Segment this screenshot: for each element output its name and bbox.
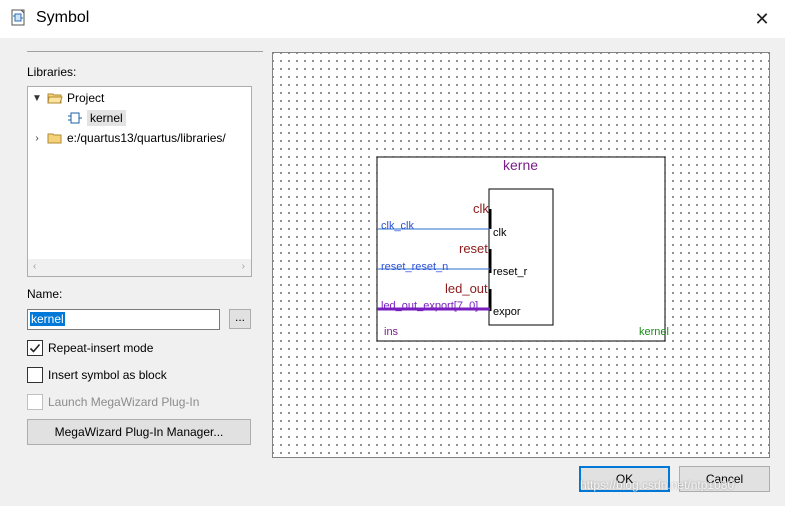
- scroll-right-icon[interactable]: ›: [242, 261, 245, 272]
- separator: [27, 51, 263, 52]
- tree-item-label: e:/quartus13/quartus/libraries/: [67, 131, 226, 145]
- launch-megawizard-label: Launch MegaWizard Plug-In: [48, 395, 200, 409]
- chevron-right-icon[interactable]: ›: [30, 133, 44, 144]
- close-icon: ✕: [754, 8, 770, 29]
- folder-open-icon: [47, 92, 63, 104]
- signal-clk: clk_clk: [381, 220, 415, 232]
- tree-item-libraries-path[interactable]: › e:/quartus13/quartus/libraries/: [30, 128, 226, 148]
- name-label: Name:: [27, 287, 63, 301]
- symbol-preview-canvas: kerne clk clk_clk clk reset reset_reset_…: [376, 156, 669, 342]
- pin-led: expor: [493, 306, 521, 318]
- instance-label: ins: [384, 326, 399, 338]
- watermark: https://blog.csdn.net/ntp1080: [580, 478, 735, 492]
- chevron-down-icon[interactable]: ▼: [30, 93, 44, 104]
- insert-block-label: Insert symbol as block: [48, 368, 167, 382]
- port-name-clk: clk: [473, 201, 489, 216]
- repeat-insert-checkbox[interactable]: [27, 340, 43, 356]
- signal-reset: reset_reset_n: [381, 261, 448, 273]
- browse-button[interactable]: ...: [229, 309, 251, 329]
- insert-block-checkbox[interactable]: [27, 367, 43, 383]
- pin-reset: reset_r: [493, 266, 528, 278]
- symbol-editor-icon: [11, 9, 25, 26]
- close-button[interactable]: ✕: [739, 0, 785, 38]
- symbol-inner-box: [488, 188, 554, 326]
- name-input-value: kernel: [30, 312, 65, 326]
- window-title: Symbol: [36, 9, 90, 26]
- pin-clk: clk: [493, 227, 507, 239]
- launch-megawizard-checkbox: [27, 394, 43, 410]
- signal-led: led_out_export[7..0]: [381, 300, 478, 312]
- folder-icon: [47, 132, 63, 144]
- megawizard-manager-button[interactable]: MegaWizard Plug-In Manager...: [27, 419, 251, 445]
- port-name-reset: reset: [459, 241, 488, 256]
- tree-item-label: kernel: [87, 110, 126, 126]
- checkmark-icon: [29, 343, 41, 353]
- libraries-tree[interactable]: ▼ Project kernel › e:/quartus13/quartus/…: [27, 86, 252, 277]
- libraries-label: Libraries:: [27, 65, 77, 79]
- tree-item-label: Project: [67, 91, 105, 105]
- symbol-title: kerne: [503, 157, 538, 173]
- symbol-preview: kerne clk clk_clk clk reset reset_reset_…: [272, 52, 770, 458]
- tree-item-kernel[interactable]: kernel: [68, 108, 126, 128]
- repeat-insert-label: Repeat-insert mode: [48, 341, 154, 355]
- tree-item-project[interactable]: ▼ Project: [30, 88, 104, 108]
- title-bar: Symbol ✕: [0, 0, 785, 38]
- horizontal-scrollbar[interactable]: ‹ ›: [28, 259, 251, 276]
- port-name-led: led_out: [445, 281, 488, 296]
- library-label: kernel: [639, 326, 669, 338]
- symbol-icon: [68, 112, 82, 124]
- scroll-left-icon[interactable]: ‹: [33, 261, 36, 272]
- name-input[interactable]: kernel: [27, 309, 220, 330]
